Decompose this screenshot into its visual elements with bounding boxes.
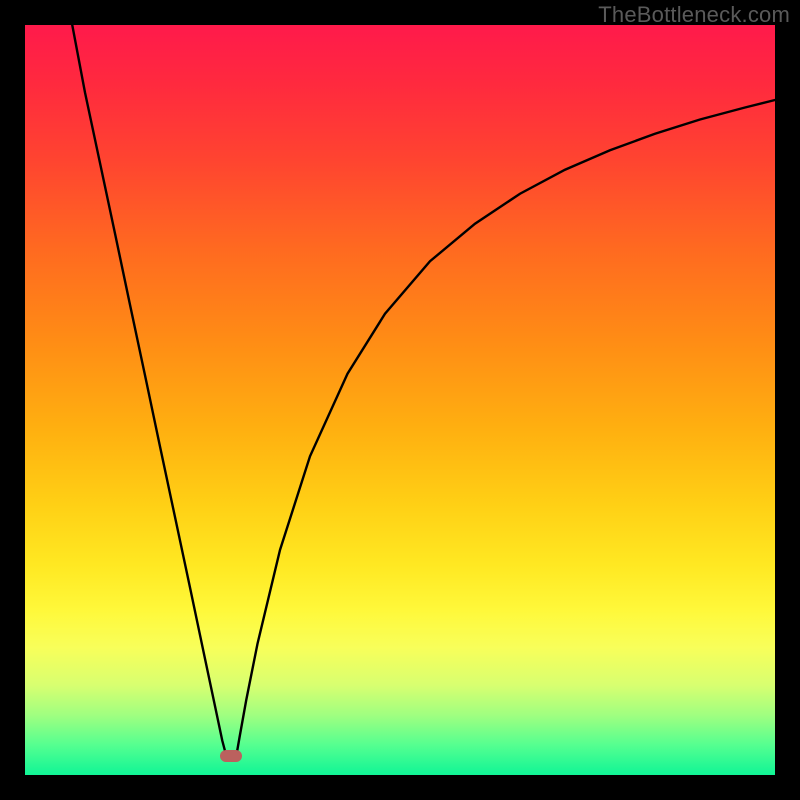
curve-right (237, 100, 776, 755)
min-point-marker (220, 750, 242, 762)
curve-left (72, 25, 226, 755)
watermark-text: TheBottleneck.com (598, 2, 790, 28)
plot-area (25, 25, 775, 775)
curve-svg (25, 25, 775, 775)
chart-frame: TheBottleneck.com (0, 0, 800, 800)
